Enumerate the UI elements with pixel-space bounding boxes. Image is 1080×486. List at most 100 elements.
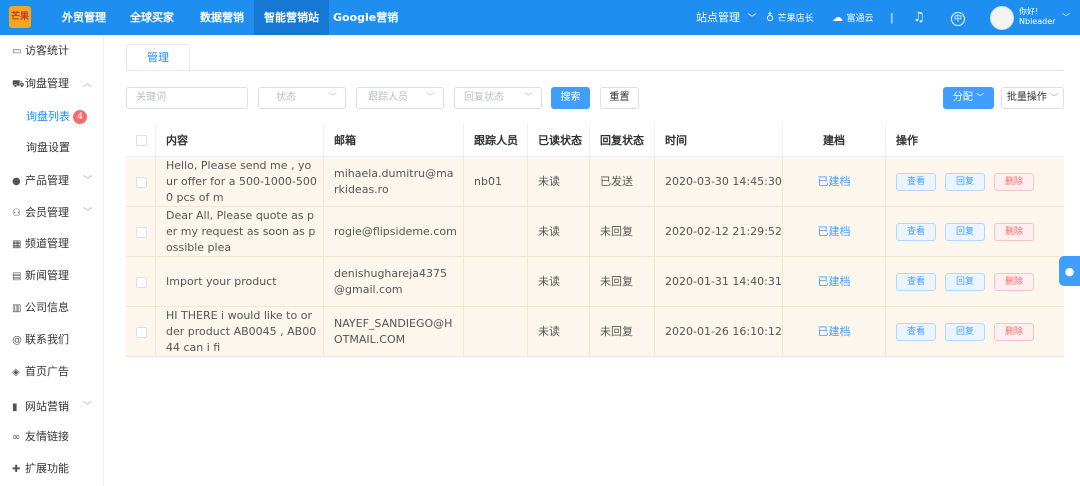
top-navbar: 芒果 外贸管理 全球买家 数据营销 智能营销站 Google营销 站点管理 ﹀ … <box>0 0 1080 35</box>
reply-button[interactable]: 回复 <box>945 273 986 291</box>
cell-read-status-text: 未读 <box>538 275 560 288</box>
cell-email: NAYEF_SANDIEGO@HOTMAIL.COM <box>324 307 464 357</box>
sidebar-subitem-3[interactable]: 询盘设置 <box>0 133 104 163</box>
sidebar-item-label: 新闻管理 <box>25 269 69 282</box>
sidebar-item-label: 友情链接 <box>25 430 69 443</box>
view-button[interactable]: 查看 <box>896 323 937 341</box>
delete-button[interactable]: 删除 <box>994 173 1035 191</box>
store-link[interactable]: ♁ 芒果店长 <box>766 0 814 35</box>
cell-archive-text[interactable]: 已建档 <box>818 324 851 340</box>
sidebar-item-6[interactable]: ▦ 频道管理 <box>0 229 104 259</box>
cloud-link[interactable]: ☁ 富通云 <box>832 0 874 35</box>
sidebar-item-8[interactable]: ▥ 公司信息 <box>0 293 104 323</box>
cell-archive-text[interactable]: 已建档 <box>818 174 851 190</box>
cell-archive-text[interactable]: 已建档 <box>818 224 851 240</box>
cell-reply-status: 未回复 <box>590 307 655 357</box>
chevron-down-icon: ﹀ <box>425 93 435 103</box>
nav-global-buyers[interactable]: 全球买家 <box>120 0 184 35</box>
sidebar-item-12[interactable]: ∞ 友情链接 <box>0 422 104 452</box>
reset-button[interactable]: 重置 <box>600 87 639 109</box>
cell-time: 2020-03-30 14:45:30 <box>655 157 783 207</box>
brand-logo[interactable]: 芒果 <box>9 6 31 28</box>
header-follower: 跟踪人员 <box>464 124 528 157</box>
delete-button[interactable]: 删除 <box>994 223 1035 241</box>
sidebar-subitem-2[interactable]: 询盘列表 4 <box>0 102 104 132</box>
cell-time: 2020-02-12 21:29:52 <box>655 207 783 257</box>
cell-reply-status: 未回复 <box>590 207 655 257</box>
chevron-down-icon: ﹀ <box>82 176 92 186</box>
nav-google-marketing[interactable]: Google营销 <box>323 0 408 35</box>
row-checkbox[interactable] <box>136 176 147 188</box>
view-button[interactable]: 查看 <box>896 173 937 191</box>
chat-icon[interactable]: ● <box>1059 256 1080 286</box>
cell-archive: 已建档 <box>783 207 886 257</box>
follower-select[interactable]: 跟踪人员 ﹀ <box>356 87 444 109</box>
sidebar-item-11[interactable]: ▮ 网站营销 ﹀ <box>0 392 104 422</box>
logo-text: 芒果 <box>10 11 29 22</box>
tab-manage[interactable]: 管理 <box>126 44 190 71</box>
cell-follower: nb01 <box>464 157 528 207</box>
select-all-checkbox[interactable] <box>136 135 147 146</box>
sidebar-item-label: 公司信息 <box>25 301 69 314</box>
row-checkbox[interactable] <box>136 276 147 288</box>
cell-follower <box>464 257 528 307</box>
avatar[interactable] <box>990 6 1014 30</box>
bell-icon[interactable]: ♫ <box>913 0 925 35</box>
sidebar-item-4[interactable]: ● 产品管理 ﹀ <box>0 166 104 196</box>
table-row[interactable]: Dear All, Please quote as per my request… <box>126 207 1064 257</box>
sidebar-item-label: 扩展功能 <box>25 462 69 475</box>
chevron-down-icon: ﹀ <box>327 93 337 103</box>
delete-button[interactable]: 删除 <box>994 273 1035 291</box>
delete-button[interactable]: 删除 <box>994 323 1035 341</box>
mango-icon: ♁ <box>766 11 775 24</box>
cell-reply-status: 已发送 <box>590 157 655 207</box>
batch-actions-button[interactable]: 批量操作 ﹀ <box>1001 87 1064 109</box>
reply-status-select[interactable]: 回复状态 ﹀ <box>454 87 542 109</box>
sidebar-item-1[interactable]: ⛟询盘管理 ︿ <box>0 69 104 99</box>
sidebar-item-label: 首页广告 <box>25 365 69 378</box>
sidebar-item-10[interactable]: ◈ 首页广告 <box>0 357 104 387</box>
user-greeting[interactable]: 你好! Nbleader <box>1019 7 1055 27</box>
header-actions: 操作 <box>896 134 918 147</box>
reply-button[interactable]: 回复 <box>945 173 986 191</box>
language-switch[interactable]: 中 <box>951 0 965 35</box>
table-row[interactable]: HI THERE i would like to order product A… <box>126 307 1064 357</box>
nav-data-marketing[interactable]: 数据营销 <box>190 0 254 35</box>
user-icon: ⚇ <box>12 208 21 219</box>
nav-foreign-trade[interactable]: 外贸管理 <box>52 0 116 35</box>
table-row[interactable]: Hello, Please send me , your offer for a… <box>126 157 1064 207</box>
site-manage-menu[interactable]: 站点管理 ﹀ <box>696 0 757 35</box>
cell-archive: 已建档 <box>783 307 886 357</box>
nav-smart-marketing-site[interactable]: 智能营销站 <box>254 0 329 35</box>
row-checkbox[interactable] <box>136 326 147 338</box>
table-row[interactable]: Import your product denishughareja4375@gm… <box>126 257 1064 307</box>
header-reply-status: 回复状态 <box>590 124 655 157</box>
header-archive: 建档 <box>783 124 886 157</box>
sidebar-item-0[interactable]: ▭ 访客统计 <box>0 36 104 66</box>
cell-content: Import your product <box>156 257 324 307</box>
cell-archive-text[interactable]: 已建档 <box>818 274 851 290</box>
reply-button[interactable]: 回复 <box>945 223 986 241</box>
sidebar-item-label: 产品管理 <box>25 174 69 187</box>
sidebar-item-5[interactable]: ⚇ 会员管理 ﹀ <box>0 198 104 228</box>
sidebar-item-label: 网站营销 <box>25 400 69 413</box>
assign-button[interactable]: 分配 ﹀ <box>943 87 994 109</box>
cell-email-text: mihaela.dumitru@markideas.ro <box>334 167 454 196</box>
sidebar-item-7[interactable]: ▤ 新闻管理 <box>0 261 104 291</box>
sidebar-item-9[interactable]: @ 联系我们 <box>0 325 104 355</box>
row-checkbox[interactable] <box>136 226 147 238</box>
view-button[interactable]: 查看 <box>896 223 937 241</box>
view-button[interactable]: 查看 <box>896 273 937 291</box>
cell-follower-text: nb01 <box>474 175 502 188</box>
status-select[interactable]: 状态 ﹀ <box>258 87 346 109</box>
puzzle-icon: ✚ <box>12 464 21 475</box>
search-button[interactable]: 搜索 <box>551 87 590 109</box>
keyword-input[interactable]: 关键词 <box>126 87 248 109</box>
sidebar-item-label: 频道管理 <box>25 237 69 250</box>
user-chevron-down-icon[interactable]: ﹀ <box>1062 0 1070 35</box>
cell-reply-status-text: 未回复 <box>600 325 633 338</box>
cell-read-status: 未读 <box>528 307 590 357</box>
sidebar-item-13[interactable]: ✚ 扩展功能 <box>0 454 104 484</box>
cell-email-text: NAYEF_SANDIEGO@HOTMAIL.COM <box>334 317 453 346</box>
reply-button[interactable]: 回复 <box>945 323 986 341</box>
